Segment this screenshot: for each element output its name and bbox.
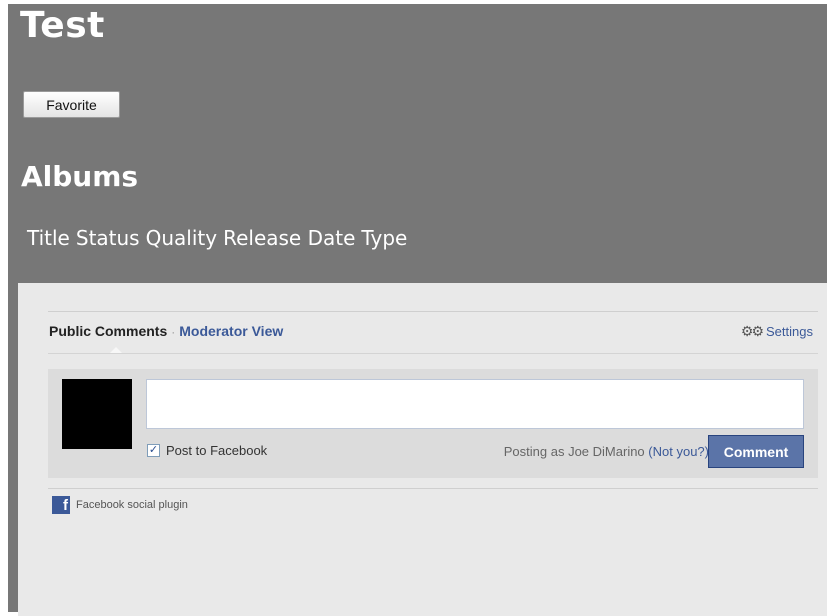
facebook-icon: f — [52, 496, 70, 514]
plugin-label: Facebook social plugin — [76, 499, 188, 511]
facebook-social-plugin-link[interactable]: f Facebook social plugin — [52, 496, 188, 514]
favorite-button[interactable]: Favorite — [23, 91, 120, 118]
page-frame: Test Favorite Albums Title Status Qualit… — [8, 4, 827, 616]
column-release-date: Release Date — [223, 226, 356, 250]
divider — [48, 353, 818, 354]
avatar — [62, 379, 132, 449]
tab-moderator-view[interactable]: Moderator View — [179, 323, 283, 339]
column-title: Title — [27, 226, 70, 250]
gear-icon: ⚙⚙ — [740, 323, 764, 339]
page-title: Test — [20, 5, 105, 46]
album-column-headers: Title Status Quality Release Date Type — [27, 223, 407, 253]
column-status: Status — [75, 226, 140, 250]
comment-input[interactable] — [146, 379, 804, 429]
column-type: Type — [361, 226, 408, 250]
settings-link[interactable]: ⚙⚙ Settings — [741, 323, 813, 340]
not-you-link[interactable]: (Not you?) — [648, 444, 709, 459]
column-quality: Quality — [145, 226, 218, 250]
post-to-facebook-checkbox[interactable]: ✓ — [147, 444, 160, 457]
tab-public-comments[interactable]: Public Comments — [49, 323, 167, 339]
settings-label: Settings — [766, 324, 813, 339]
posting-as-label: Posting as Joe DiMarino — [503, 444, 645, 459]
comment-button[interactable]: Comment — [708, 435, 804, 468]
divider — [48, 488, 818, 489]
facebook-comments-panel: Public Comments · Moderator View ⚙⚙ Settin… — [18, 283, 827, 616]
posting-as-text: Posting as Joe DiMarino (Not you?) — [504, 444, 709, 459]
post-to-facebook-label: Post to Facebook — [166, 443, 268, 458]
tab-separator: · — [171, 325, 176, 339]
albums-heading: Albums — [21, 160, 139, 193]
comment-tabs: Public Comments · Moderator View — [49, 323, 283, 339]
divider — [48, 311, 818, 312]
comment-compose-box: ✓ Post to Facebook Posting as Joe DiMari… — [48, 369, 818, 478]
post-to-facebook-option[interactable]: ✓ Post to Facebook — [147, 443, 267, 458]
